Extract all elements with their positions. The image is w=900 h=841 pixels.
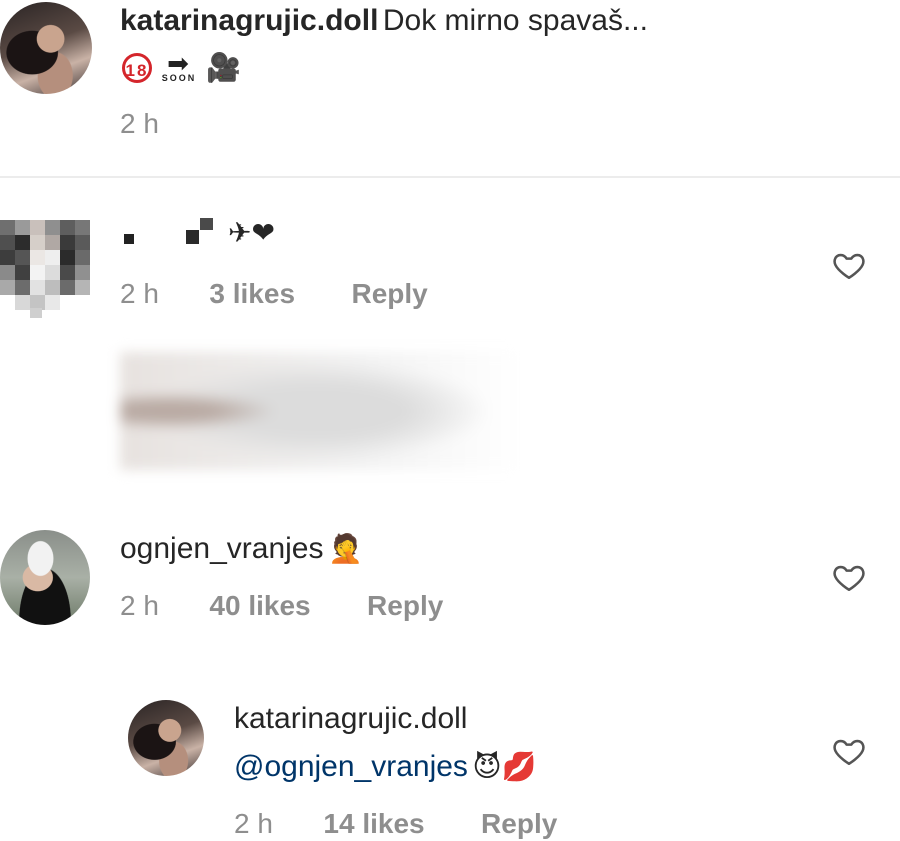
commenter-avatar[interactable] [0,530,90,625]
heart-outline-icon[interactable] [832,248,866,282]
mention-link[interactable]: @ognjen_vranjes [234,750,468,783]
adult-18-icon: 18 [122,52,152,83]
airplane-heart-emojis: ✈❤ [228,217,275,248]
blurred-comment [120,352,520,470]
comment-1-text: ✈❤ [124,216,344,256]
divider [0,176,900,178]
comment-likes[interactable]: 3 likes [209,278,295,309]
devil-kiss-emojis: 😈💋 [472,751,537,782]
comment-likes[interactable]: 14 likes [323,808,424,839]
reply-username-text[interactable]: katarinagrujic.doll [234,702,467,735]
post-author-avatar[interactable] [0,2,92,94]
heart-outline-icon[interactable] [832,560,866,594]
reply-author-username[interactable]: katarinagrujic.doll [234,702,467,736]
facepalm-emoji: 🤦 [327,533,363,564]
censored-block [200,218,213,230]
commenter-username[interactable]: ognjen_vranjes [120,532,323,565]
reply-button[interactable]: Reply [351,278,427,309]
soon-arrow-icon: ➡ SOON [161,48,197,84]
post-author-username[interactable]: katarinagrujic.doll [120,4,378,37]
censored-block [186,230,199,244]
comment-timestamp: 2 h [120,278,159,309]
reply-button[interactable]: Reply [481,808,557,839]
heart-outline-icon[interactable] [832,734,866,768]
post-caption: katarinagrujic.doll Dok mirno spavaš... [120,4,648,38]
post-timestamp: 2 h [120,108,159,139]
reply-author-avatar[interactable] [128,700,204,776]
movie-camera-icon: 🎥 [206,52,243,84]
commenter-avatar-pixelated[interactable] [0,220,90,318]
post-caption-emojis: 18 ➡ SOON 🎥 [122,50,243,84]
post-caption-text: Dok mirno spavaš... [382,4,648,37]
comment-timestamp: 2 h [234,808,273,839]
reply-meta: 2 h 14 likes Reply [234,808,557,840]
comment-2-meta: 2 h 40 likes Reply [120,590,443,622]
reply-button[interactable]: Reply [367,590,443,621]
comment-likes[interactable]: 40 likes [209,590,310,621]
comment-timestamp: 2 h [120,590,159,621]
reply-text: @ognjen_vranjes 😈💋 [234,750,536,784]
comment-1-meta: 2 h 3 likes Reply [120,278,428,310]
censored-block [124,234,134,244]
comment-2-text: ognjen_vranjes 🤦 [120,532,363,566]
